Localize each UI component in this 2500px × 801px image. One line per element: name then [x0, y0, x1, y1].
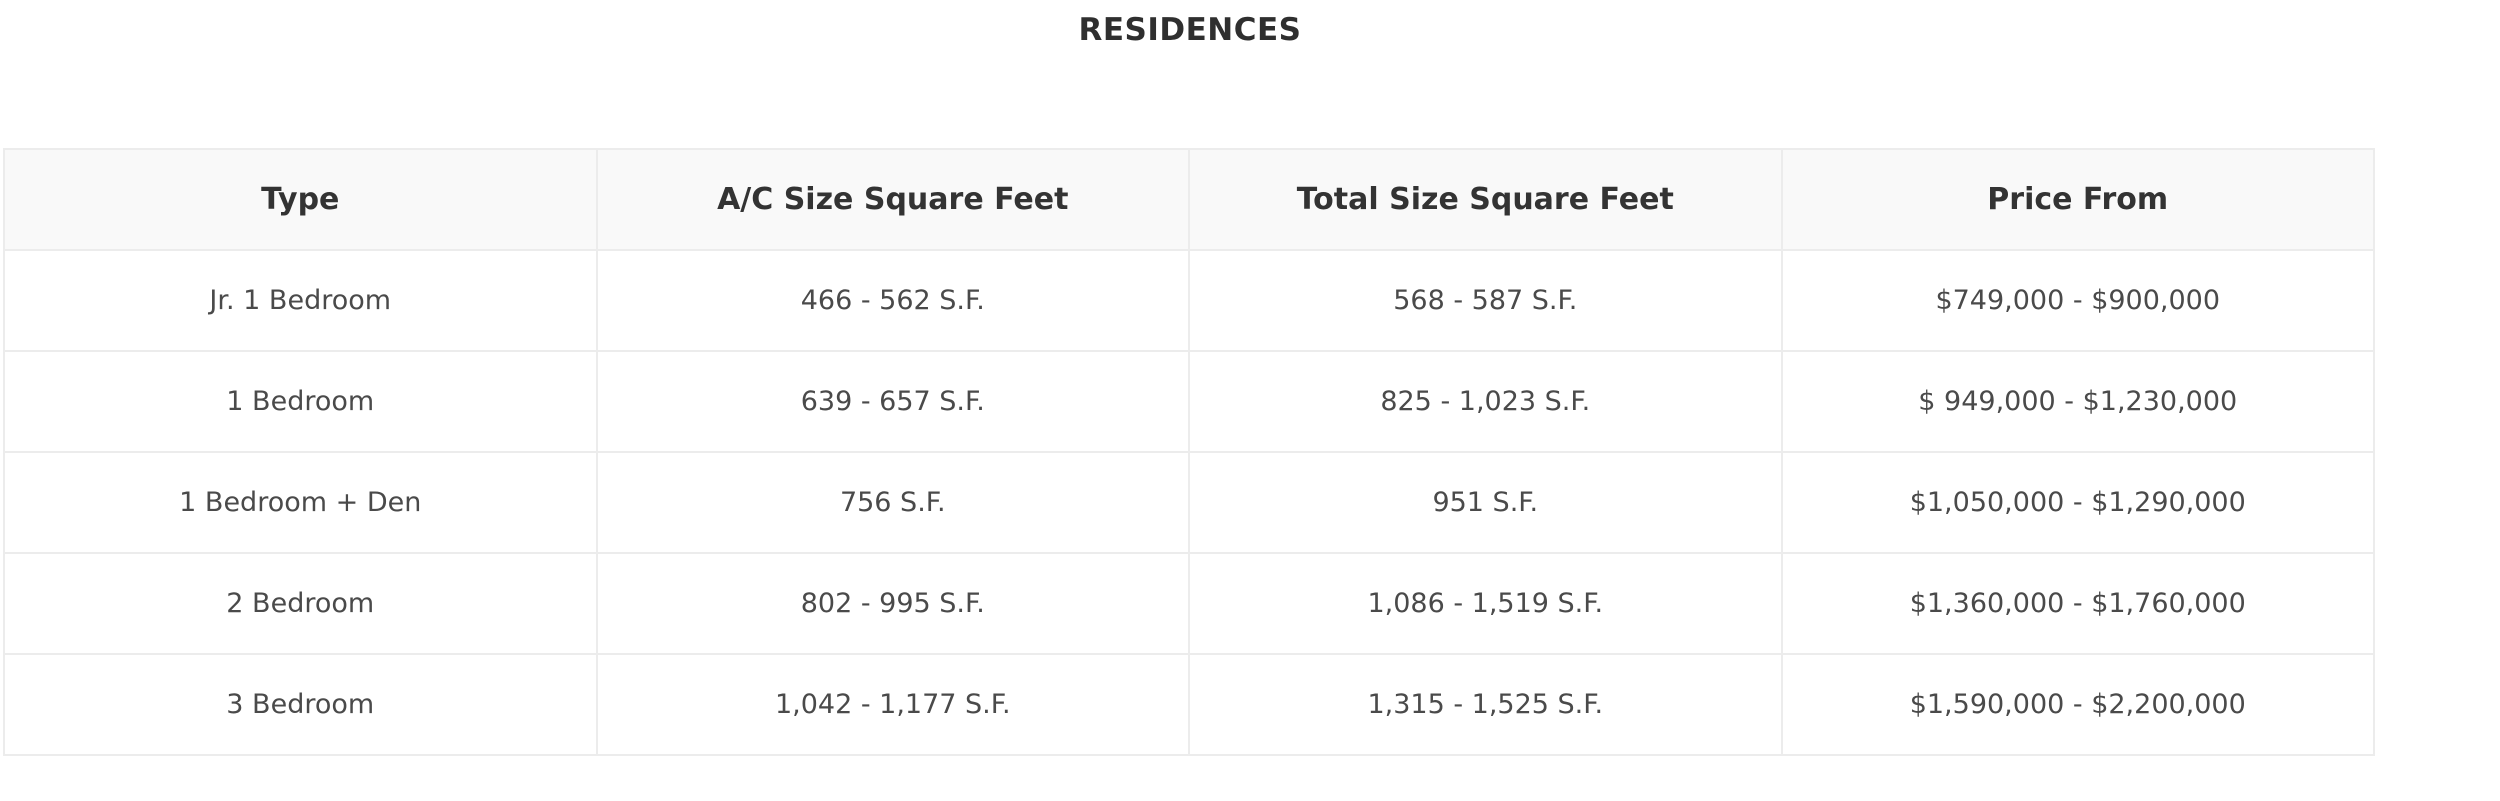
column-header-price: Price From: [1780, 148, 2375, 251]
page-title: RESIDENCES: [1078, 12, 1302, 48]
cell-ac-size: 802 - 995 S.F.: [595, 552, 1190, 655]
cell-price: $1,590,000 - $2,200,000: [1780, 653, 2375, 756]
cell-total-size: 1,315 - 1,525 S.F.: [1188, 653, 1783, 756]
cell-type: 2 Bedroom: [3, 552, 598, 655]
cell-total-size: 825 - 1,023 S.F.: [1188, 350, 1783, 453]
cell-type: Jr. 1 Bedroom: [3, 249, 598, 352]
cell-price: $ 949,000 - $1,230,000: [1780, 350, 2375, 453]
cell-ac-size: 466 - 562 S.F.: [595, 249, 1190, 352]
cell-type: 3 Bedroom: [3, 653, 598, 756]
cell-price: $1,050,000 - $1,290,000: [1780, 451, 2375, 554]
cell-type: 1 Bedroom + Den: [3, 451, 598, 554]
cell-price: $749,000 - $900,000: [1780, 249, 2375, 352]
cell-ac-size: 1,042 - 1,177 S.F.: [595, 653, 1190, 756]
column-header-ac-size: A/C Size Square Feet: [595, 148, 1190, 251]
column-header-total-size: Total Size Square Feet: [1188, 148, 1783, 251]
table-row: 2 Bedroom 802 - 995 S.F. 1,086 - 1,519 S…: [3, 552, 2375, 655]
cell-total-size: 1,086 - 1,519 S.F.: [1188, 552, 1783, 655]
cell-total-size: 951 S.F.: [1188, 451, 1783, 554]
table-row: Jr. 1 Bedroom 466 - 562 S.F. 568 - 587 S…: [3, 249, 2375, 352]
table-body: Jr. 1 Bedroom 466 - 562 S.F. 568 - 587 S…: [3, 249, 2375, 756]
cell-total-size: 568 - 587 S.F.: [1188, 249, 1783, 352]
residences-table: Type A/C Size Square Feet Total Size Squ…: [3, 148, 2375, 756]
header-row: Type A/C Size Square Feet Total Size Squ…: [3, 148, 2375, 251]
column-header-type: Type: [3, 148, 598, 251]
cell-price: $1,360,000 - $1,760,000: [1780, 552, 2375, 655]
table-header: Type A/C Size Square Feet Total Size Squ…: [3, 148, 2375, 251]
cell-type: 1 Bedroom: [3, 350, 598, 453]
table-row: 3 Bedroom 1,042 - 1,177 S.F. 1,315 - 1,5…: [3, 653, 2375, 756]
residences-table-container: Type A/C Size Square Feet Total Size Squ…: [3, 148, 2375, 756]
cell-ac-size: 639 - 657 S.F.: [595, 350, 1190, 453]
table-row: 1 Bedroom + Den 756 S.F. 951 S.F. $1,050…: [3, 451, 2375, 554]
table-row: 1 Bedroom 639 - 657 S.F. 825 - 1,023 S.F…: [3, 350, 2375, 453]
cell-ac-size: 756 S.F.: [595, 451, 1190, 554]
